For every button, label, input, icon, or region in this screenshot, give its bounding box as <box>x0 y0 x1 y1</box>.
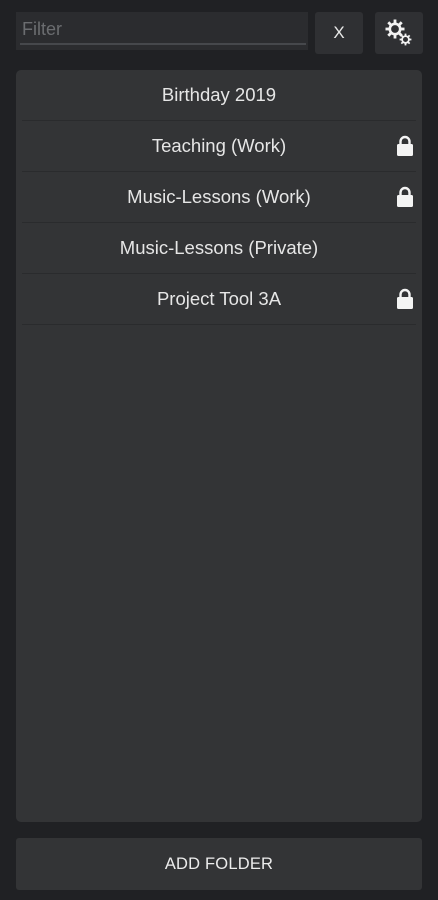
app-root: X <box>0 0 438 900</box>
folder-label: Birthday 2019 <box>161 84 277 105</box>
lock-icon <box>397 186 413 207</box>
clear-filter-label: X <box>333 23 345 42</box>
settings-button[interactable] <box>375 12 423 54</box>
lock-icon <box>397 135 413 156</box>
folder-item-music-lessons-private[interactable]: Music-Lessons (Private) <box>22 223 416 274</box>
add-folder-label: ADD FOLDER <box>164 854 274 873</box>
folder-item-music-lessons-work[interactable]: Music-Lessons (Work) <box>22 172 416 223</box>
filter-underline <box>20 43 306 45</box>
gears-icon <box>385 19 412 46</box>
clear-filter-button[interactable]: X <box>315 12 363 54</box>
folder-item-project-tool-3a[interactable]: Project Tool 3A <box>22 274 416 325</box>
folder-label: Music-Lessons (Private) <box>119 237 319 258</box>
folder-item-teaching-work[interactable]: Teaching (Work) <box>22 121 416 172</box>
lock-icon <box>397 288 413 309</box>
folder-label: Teaching (Work) <box>151 135 287 156</box>
folder-list: Birthday 2019 Teaching (Work) Music-Less… <box>16 70 422 822</box>
filter-field[interactable] <box>16 12 308 50</box>
folder-label: Music-Lessons (Work) <box>127 186 311 207</box>
add-folder-button[interactable]: ADD FOLDER <box>16 838 422 890</box>
filter-input[interactable] <box>16 12 302 46</box>
folder-label: Project Tool 3A <box>156 288 282 309</box>
folder-item-birthday-2019[interactable]: Birthday 2019 <box>22 70 416 121</box>
